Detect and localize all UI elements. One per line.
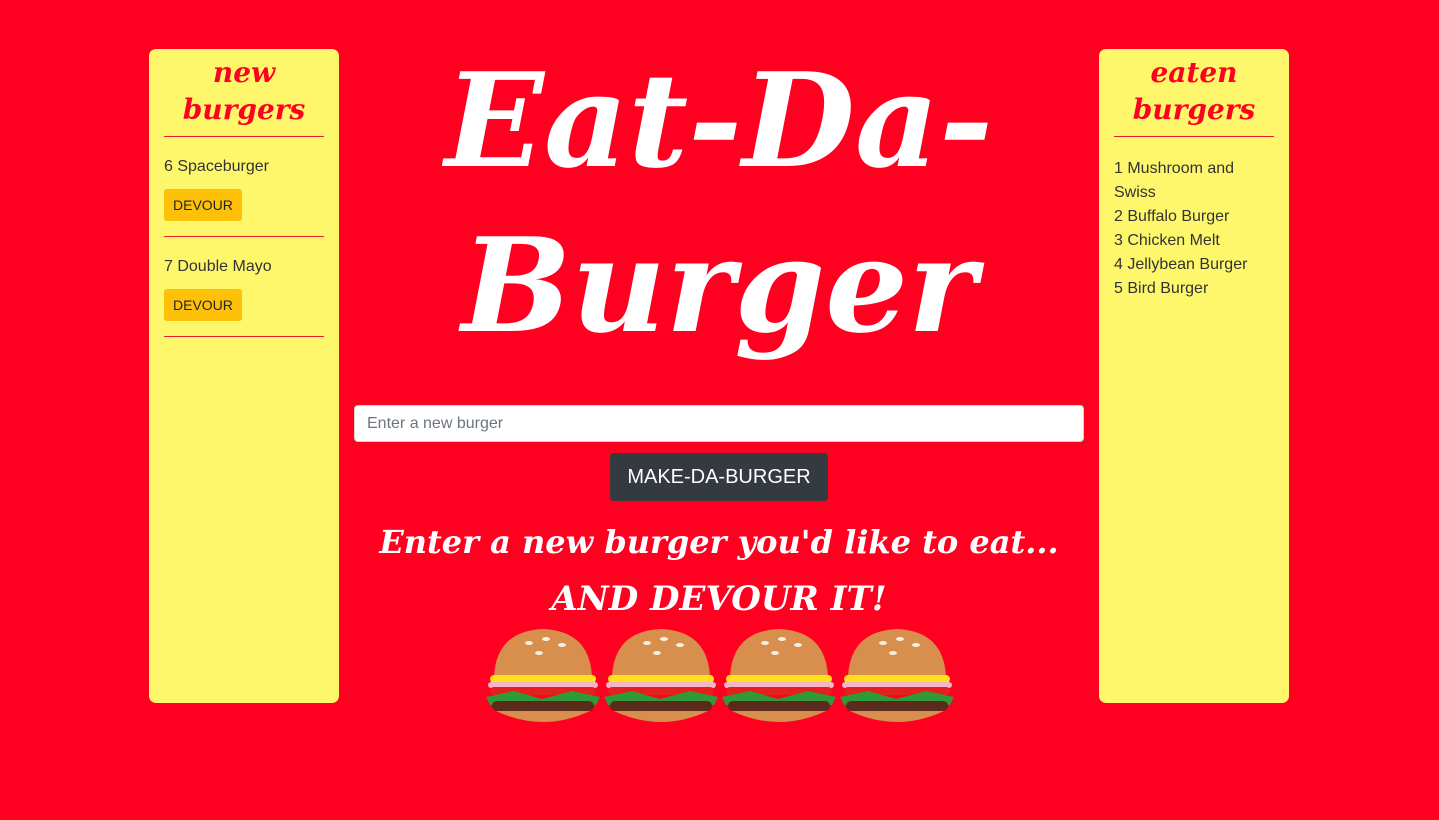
list-item: 7 Double Mayo DEVOUR	[164, 237, 324, 337]
tagline: Enter a new burger you'd like to eat...	[379, 523, 1059, 561]
tagline-emphasis: AND DEVOUR IT!	[551, 579, 887, 619]
burger-icon	[486, 629, 600, 722]
divider	[1114, 136, 1274, 137]
eaten-burgers-list: 1 Mushroom and Swiss 2 Buffalo Burger 3 …	[1114, 157, 1274, 301]
burger-name: 7 Double Mayo	[164, 258, 272, 275]
burger-input[interactable]	[354, 405, 1084, 442]
burger-icon	[722, 629, 836, 722]
list-item: 1 Mushroom and Swiss	[1114, 160, 1235, 201]
burger-images	[484, 625, 956, 735]
list-item: 4 Jellybean Burger	[1114, 256, 1248, 273]
list-item: 6 Spaceburger DEVOUR	[164, 137, 324, 237]
list-item: 2 Buffalo Burger	[1114, 208, 1230, 225]
page-title: Eat-Da-Burger	[354, 38, 1084, 368]
list-item: 5 Bird Burger	[1114, 280, 1209, 297]
burger-icon	[604, 629, 718, 722]
new-burgers-title: new burgers	[182, 56, 306, 126]
page-title-text: Eat-Da-Burger	[444, 44, 994, 362]
eaten-burgers-title: eaten burgers	[1132, 56, 1256, 126]
eaten-burgers-panel: eaten burgers 1 Mushroom and Swiss 2 Buf…	[1099, 49, 1289, 703]
list-item: 3 Chicken Melt	[1114, 232, 1220, 249]
burger-name: 6 Spaceburger	[164, 158, 269, 175]
new-burgers-panel: new burgers 6 Spaceburger DEVOUR 7 Doubl…	[149, 49, 339, 703]
make-burger-button[interactable]: MAKE-DA-BURGER	[610, 453, 828, 501]
burger-icon	[840, 629, 954, 722]
devour-button[interactable]: DEVOUR	[164, 289, 242, 321]
devour-button[interactable]: DEVOUR	[164, 189, 242, 221]
